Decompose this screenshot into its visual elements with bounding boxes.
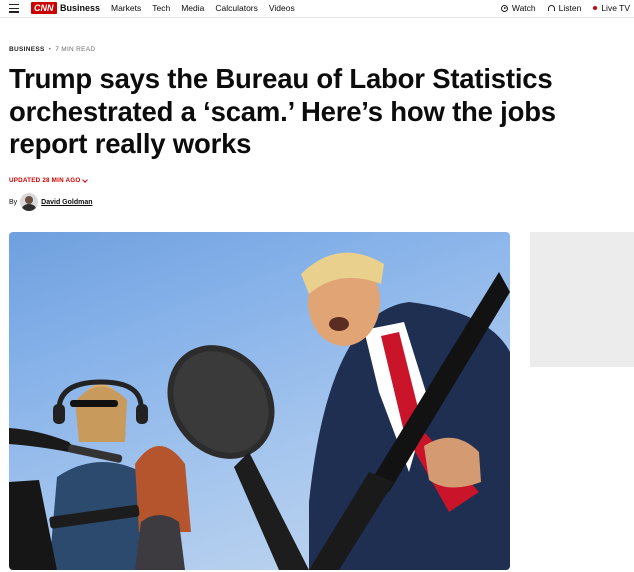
nav-links: Markets Tech Media Calculators Videos bbox=[111, 3, 295, 13]
utility-nav: Watch Listen Live TV bbox=[500, 3, 630, 13]
live-dot-icon bbox=[593, 6, 598, 10]
hamburger-icon[interactable] bbox=[9, 4, 19, 13]
cnn-logo[interactable]: CNN bbox=[31, 2, 57, 14]
watch-label: Watch bbox=[511, 3, 536, 13]
byline: By David Goldman bbox=[9, 193, 93, 211]
ad-placeholder bbox=[530, 232, 634, 367]
updated-timestamp[interactable]: UPDATED 28 MIN AGO bbox=[9, 176, 89, 184]
listen-button[interactable]: Listen bbox=[547, 3, 582, 13]
play-circle-icon bbox=[500, 4, 508, 12]
author-avatar[interactable] bbox=[20, 193, 39, 211]
author-link[interactable]: David Goldman bbox=[41, 199, 92, 206]
live-tv-button[interactable]: Live TV bbox=[593, 3, 630, 13]
hero-photo-illustration bbox=[9, 252, 510, 570]
article-kicker: BUSINESS • 7 MIN READ bbox=[9, 46, 95, 53]
nav-link-markets[interactable]: Markets bbox=[111, 3, 141, 13]
nav-link-calculators[interactable]: Calculators bbox=[215, 3, 258, 13]
top-nav: CNN Business Markets Tech Media Calculat… bbox=[0, 0, 634, 18]
nav-link-videos[interactable]: Videos bbox=[269, 3, 295, 13]
watch-button[interactable]: Watch bbox=[500, 3, 536, 13]
section-name[interactable]: Business bbox=[60, 3, 100, 13]
listen-label: Listen bbox=[558, 3, 582, 13]
chevron-down-icon bbox=[82, 176, 89, 183]
read-time: 7 MIN READ bbox=[55, 46, 96, 53]
nav-link-media[interactable]: Media bbox=[181, 3, 204, 13]
hero-image[interactable] bbox=[9, 232, 510, 570]
nav-link-tech[interactable]: Tech bbox=[152, 3, 170, 13]
kicker-separator: • bbox=[48, 46, 52, 53]
live-tv-label: Live TV bbox=[601, 3, 630, 13]
headphones-icon bbox=[547, 5, 555, 11]
category-label[interactable]: BUSINESS bbox=[9, 46, 45, 53]
headline: Trump says the Bureau of Labor Statistic… bbox=[9, 63, 556, 159]
byline-prefix: By bbox=[9, 198, 18, 206]
updated-label: UPDATED 28 MIN AGO bbox=[9, 177, 81, 184]
